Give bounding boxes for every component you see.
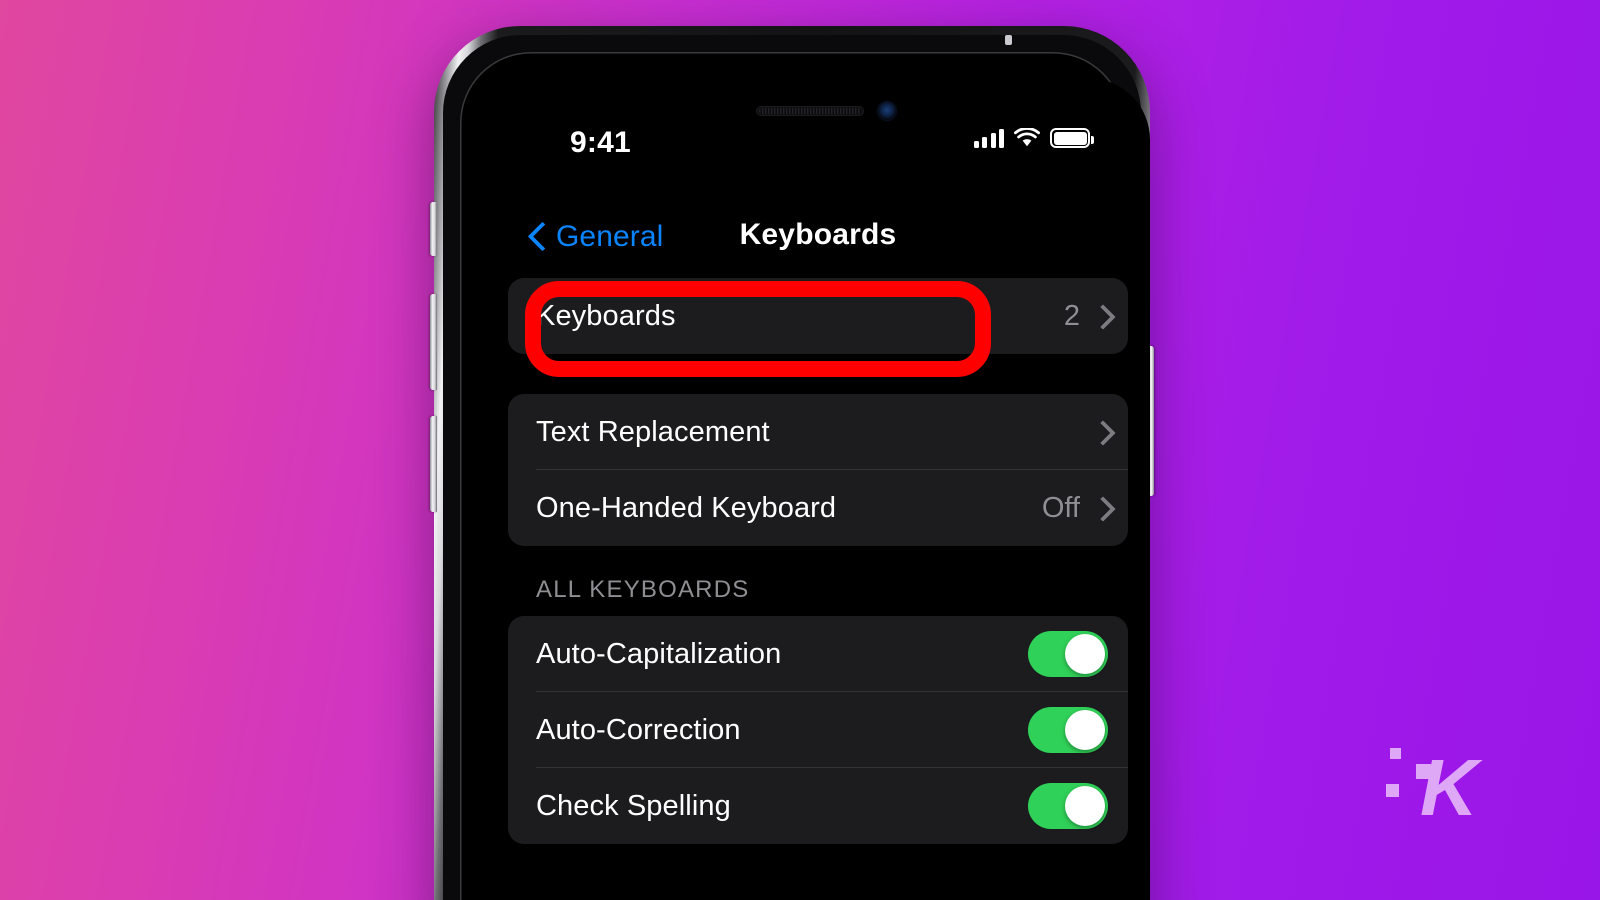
iphone-device-frame: 9:41 General Keyboards Keyboards 2 Text … [430, 26, 1154, 900]
page-title: Keyboards [739, 218, 897, 251]
chevron-right-icon [1094, 304, 1108, 328]
screenshot-canvas: 9:41 General Keyboards Keyboards 2 Text … [0, 0, 1600, 900]
auto-correction-toggle[interactable] [1028, 707, 1108, 753]
chevron-right-icon [1094, 420, 1108, 444]
auto-capitalization-toggle[interactable] [1028, 631, 1108, 677]
all-keyboards-card: Auto-Capitalization Auto-Correction Chec… [508, 616, 1128, 844]
front-camera-icon [878, 102, 896, 120]
settings-row-keyboards[interactable]: Keyboards 2 [508, 278, 1128, 354]
watermark-square [1416, 764, 1431, 779]
settings-row-auto-correction[interactable]: Auto-Correction [508, 692, 1128, 768]
watermark-square [1390, 748, 1401, 759]
row-label: Check Spelling [536, 789, 731, 822]
settings-row-text-replacement[interactable]: Text Replacement [508, 394, 1128, 470]
battery-full-icon [1050, 128, 1094, 148]
keyboards-card: Keyboards 2 [508, 278, 1128, 354]
device-bezel: 9:41 General Keyboards Keyboards 2 Text … [460, 52, 1150, 900]
navigation-bar: General Keyboards [486, 208, 1150, 278]
settings-row-one-handed-keyboard[interactable]: One-Handed Keyboard Off [508, 470, 1128, 546]
settings-row-check-spelling[interactable]: Check Spelling [508, 768, 1128, 844]
status-bar-indicators [973, 127, 1094, 148]
row-label: One-Handed Keyboard [536, 491, 837, 524]
watermark-square [1386, 784, 1399, 797]
watermark-letter: K [1420, 743, 1478, 832]
volume-up-button[interactable] [430, 294, 437, 390]
row-label: Text Replacement [536, 415, 770, 448]
row-label: Keyboards [536, 299, 676, 332]
row-label: Auto-Correction [536, 713, 741, 746]
knowtechie-watermark: K [1378, 742, 1498, 832]
check-spelling-toggle[interactable] [1028, 783, 1108, 829]
antenna-line [1005, 35, 1012, 45]
earpiece-speaker-icon [756, 106, 864, 116]
section-header-all-keyboards: ALL KEYBOARDS [536, 576, 750, 603]
chevron-right-icon [1094, 496, 1108, 520]
device-screen: 9:41 General Keyboards Keyboards 2 Text … [486, 78, 1150, 900]
volume-down-button[interactable] [430, 416, 437, 512]
cellular-signal-icon [973, 128, 1004, 148]
settings-row-auto-capitalization[interactable]: Auto-Capitalization [508, 616, 1128, 692]
notch [684, 78, 952, 126]
row-label: Auto-Capitalization [536, 637, 782, 670]
status-bar-time: 9:41 [570, 126, 631, 159]
wifi-icon [1014, 127, 1040, 148]
row-value: Off [1041, 491, 1080, 524]
device-body: 9:41 General Keyboards Keyboards 2 Text … [443, 35, 1150, 900]
silent-switch-button[interactable] [430, 202, 437, 256]
row-value: 2 [1063, 299, 1080, 332]
text-options-card: Text Replacement One-Handed Keyboard Off [508, 394, 1128, 546]
settings-list: Keyboards 2 Text Replacement One-Handed … [486, 278, 1150, 900]
